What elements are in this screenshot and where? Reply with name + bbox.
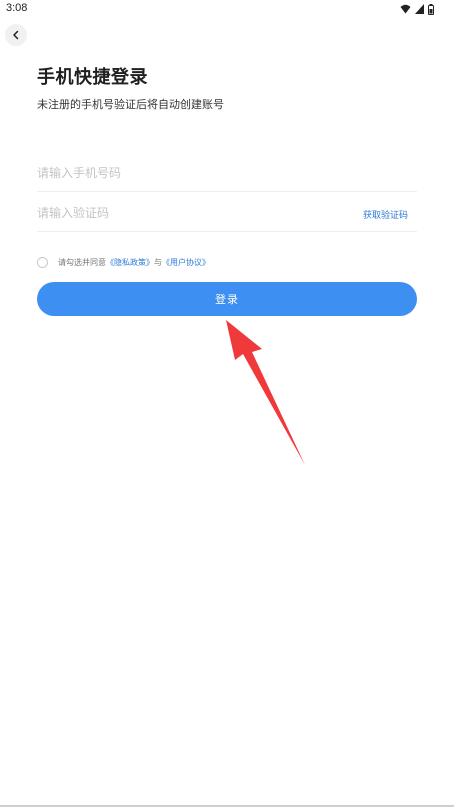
page-title: 手机快捷登录 xyxy=(37,67,148,88)
wifi-icon xyxy=(400,4,411,14)
login-button[interactable]: 登录 xyxy=(37,282,417,316)
get-code-button[interactable]: 获取验证码 xyxy=(363,208,408,221)
status-time: 3:08 xyxy=(6,2,28,14)
user-agreement-link[interactable]: 《用户协议》 xyxy=(162,257,210,268)
privacy-policy-link[interactable]: 《隐私政策》 xyxy=(106,257,154,268)
agree-prefix-text: 请勾选并同意 xyxy=(58,257,106,267)
page-subtitle: 未注册的手机号验证后将自动创建账号 xyxy=(37,98,224,111)
signal-icon xyxy=(415,4,424,14)
verification-code-input[interactable] xyxy=(37,203,337,223)
agree-and-text: 与 xyxy=(154,257,162,267)
code-field-container: 获取验证码 xyxy=(37,193,417,232)
agreement-row: 请勾选并同意 《隐私政策》 与 《用户协议》 xyxy=(37,255,210,269)
phone-field-container xyxy=(37,153,417,192)
status-icons xyxy=(400,3,434,15)
agree-checkbox[interactable] xyxy=(37,256,48,268)
annotation-arrow-icon xyxy=(226,320,305,465)
phone-input[interactable] xyxy=(37,163,337,183)
chevron-left-icon xyxy=(13,30,19,40)
battery-icon xyxy=(428,3,434,15)
back-button[interactable] xyxy=(5,24,27,46)
status-bar: 3:08 xyxy=(0,0,454,18)
